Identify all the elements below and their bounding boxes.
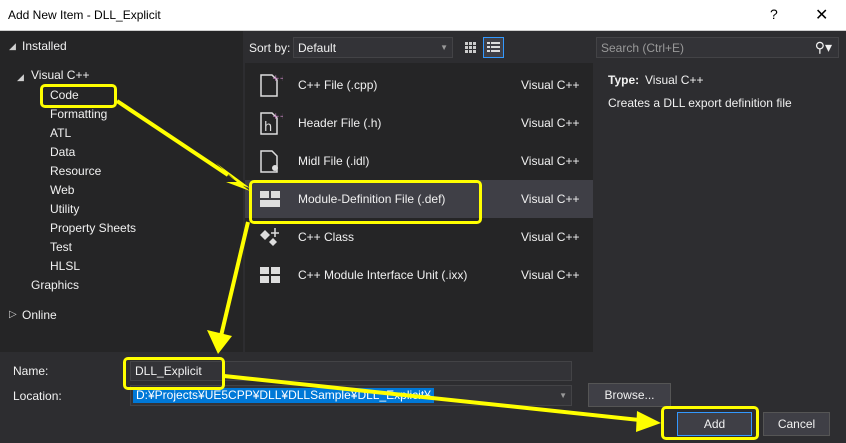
arrowhead-name-to-add [636,411,661,432]
arrow-line-def-to-name [219,221,250,337]
arrowhead-code-to-def [217,166,250,191]
arrowhead-def-to-name [207,330,232,354]
annotation-arrows [115,99,661,432]
arrow-line-name-to-add [223,374,641,422]
arrow-line-code-to-def [115,99,230,177]
